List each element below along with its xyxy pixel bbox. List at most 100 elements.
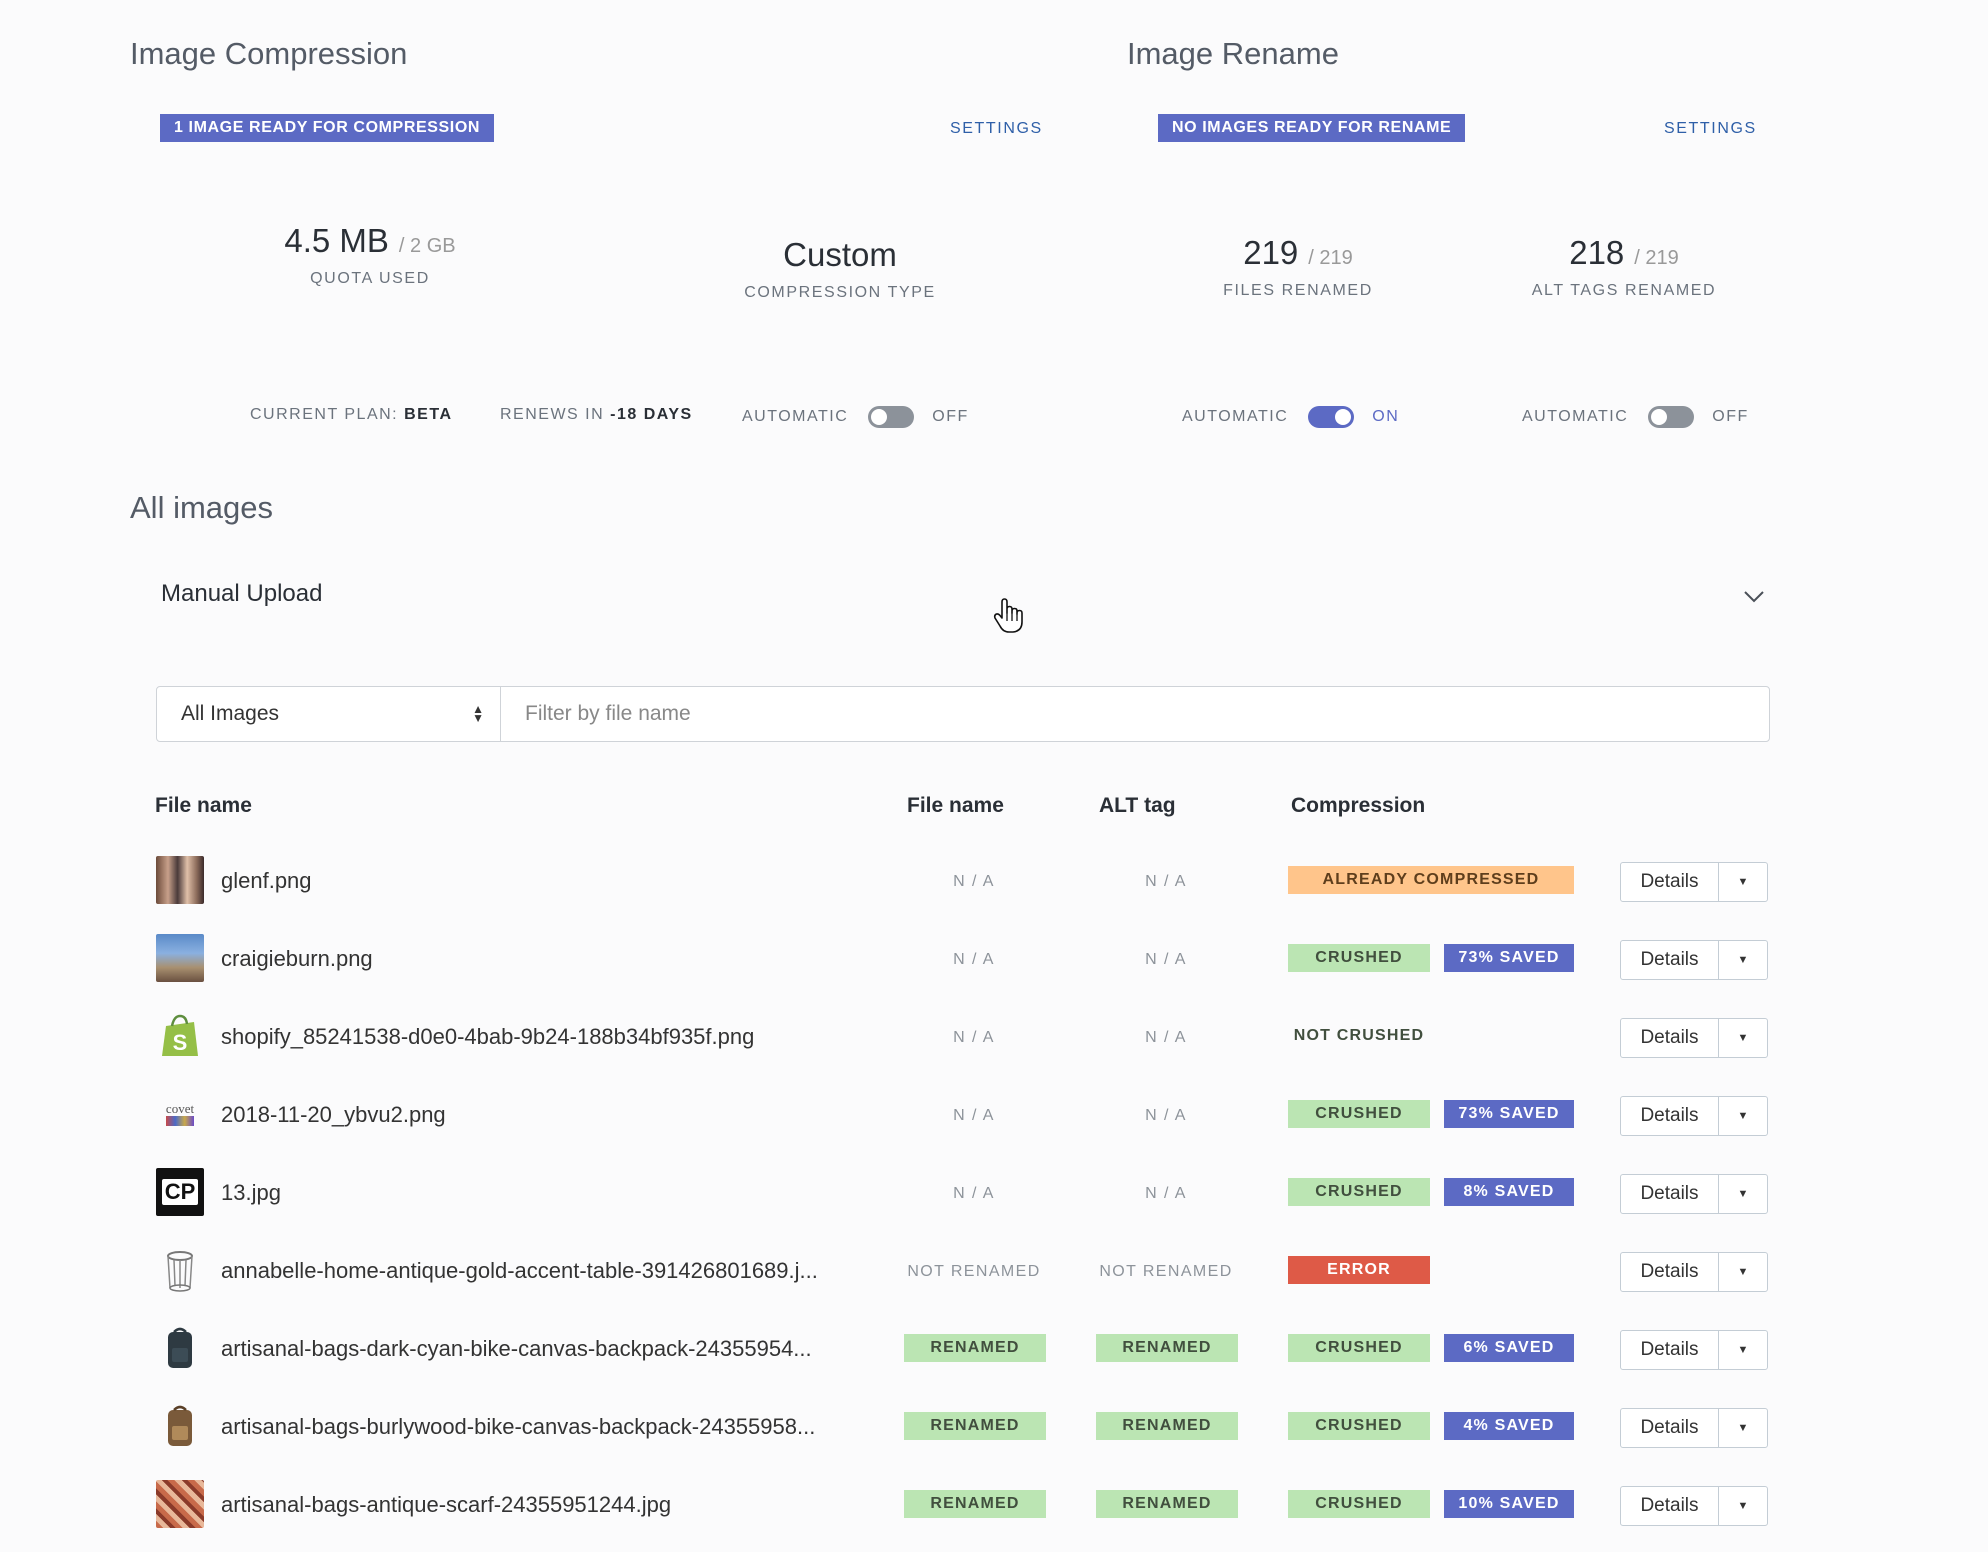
header-alt-tag: ALT tag [1099, 794, 1176, 817]
details-button-group: Details ▼ [1620, 1018, 1768, 1058]
table-thumbnail-icon [167, 1251, 193, 1292]
details-button[interactable]: Details [1621, 1409, 1719, 1447]
table-row: S shopify_85241538-d0e0-4bab-9b24-188b34… [0, 998, 1988, 1076]
plan-label: CURRENT PLAN: [250, 406, 399, 423]
compression-status-badge: CRUSHED [1288, 944, 1430, 972]
table-row: artisanal-bags-dark-cyan-bike-canvas-bac… [0, 1310, 1988, 1388]
quota-label: QUOTA USED [310, 270, 430, 287]
details-button[interactable]: Details [1621, 1487, 1719, 1525]
compression-status-badge: ERROR [1288, 1256, 1430, 1284]
alt-tag-status: RENAMED [1096, 1412, 1238, 1440]
files-renamed-label: FILES RENAMED [1223, 282, 1373, 299]
rename-title: Image Rename [1127, 36, 1339, 71]
details-button[interactable]: Details [1621, 1331, 1719, 1369]
caret-down-icon[interactable]: ▼ [1719, 1487, 1767, 1525]
alt-tag-status: N / A [1145, 873, 1187, 890]
automatic-label: AUTOMATIC [742, 408, 849, 425]
details-button[interactable]: Details [1621, 1097, 1719, 1135]
saved-badge: 10% SAVED [1444, 1490, 1574, 1518]
compression-status-badge: CRUSHED [1288, 1100, 1430, 1128]
rename-settings-link[interactable]: SETTINGS [1664, 120, 1757, 138]
select-value: All Images [181, 702, 280, 725]
caret-down-icon[interactable]: ▼ [1719, 1019, 1767, 1057]
caret-down-icon[interactable]: ▼ [1719, 863, 1767, 901]
renews-in: RENEWS IN -18 DAYS [500, 406, 693, 424]
details-button[interactable]: Details [1621, 1019, 1719, 1057]
compression-automatic: AUTOMATIC OFF [742, 406, 969, 428]
details-button[interactable]: Details [1621, 1253, 1719, 1291]
compression-settings-link[interactable]: SETTINGS [950, 120, 1043, 138]
files-renamed-total: / 219 [1308, 247, 1353, 269]
file-name: 13.jpg [221, 1180, 281, 1205]
caret-down-icon[interactable]: ▼ [1719, 1175, 1767, 1213]
caret-down-icon[interactable]: ▼ [1719, 1409, 1767, 1447]
caret-down-icon[interactable]: ▼ [1719, 1331, 1767, 1369]
manual-upload-accordion[interactable]: Manual Upload [161, 580, 322, 608]
file-name-status: N / A [953, 873, 995, 890]
toggle-knob [871, 409, 888, 425]
alt-tag-status: N / A [1145, 1029, 1187, 1046]
plan-value: BETA [404, 406, 453, 423]
header-file-name-status: File name [907, 794, 1004, 817]
saved-badge: 73% SAVED [1444, 1100, 1574, 1128]
compression-status-badge: CRUSHED [1288, 1490, 1430, 1518]
alt-automatic: AUTOMATIC OFF [1522, 406, 1749, 428]
file-name-status: N / A [953, 951, 995, 968]
file-name: glenf.png [221, 868, 312, 893]
compression-status-badge: CRUSHED [1288, 1412, 1430, 1440]
current-plan: CURRENT PLAN: BETA [250, 406, 453, 424]
header-compression: Compression [1291, 794, 1426, 817]
caret-down-icon[interactable]: ▼ [1719, 941, 1767, 979]
header-file-name: File name [155, 794, 252, 817]
select-arrows-icon: ▲ ▼ [472, 702, 484, 725]
table-row: CP 13.jpg N / A N / A CRUSHED 8% SAVED D… [0, 1154, 1988, 1232]
table-row: annabelle-home-antique-gold-accent-table… [0, 1232, 1988, 1310]
toggle-knob [1335, 409, 1352, 425]
caret-down-icon[interactable]: ▼ [1719, 1253, 1767, 1291]
compression-title: Image Compression [130, 36, 408, 71]
alt-tag-status: NOT RENAMED [1099, 1263, 1233, 1280]
thumbnail-image [156, 1480, 204, 1528]
alt-automatic-toggle[interactable] [1648, 406, 1695, 428]
automatic-label: AUTOMATIC [1522, 408, 1629, 425]
files-automatic-toggle[interactable] [1308, 406, 1355, 428]
file-name-status: N / A [953, 1029, 995, 1046]
renews-label: RENEWS IN [500, 406, 605, 423]
details-button[interactable]: Details [1621, 863, 1719, 901]
alt-renamed-label: ALT TAGS RENAMED [1531, 282, 1717, 299]
table-row: covet 2018-11-20_ybvu2.png N / A N / A C… [0, 1076, 1988, 1154]
filter-bar: All Images ▲ ▼ [156, 686, 1770, 742]
file-name: shopify_85241538-d0e0-4bab-9b24-188b34bf… [221, 1024, 755, 1049]
covet-logo-text: covet [165, 1101, 195, 1116]
details-button-group: Details ▼ [1620, 1096, 1768, 1136]
alt-tag-status: RENAMED [1096, 1490, 1238, 1518]
file-name: artisanal-bags-burlywood-bike-canvas-bac… [221, 1414, 816, 1439]
file-name-status: RENAMED [904, 1334, 1046, 1362]
file-name: annabelle-home-antique-gold-accent-table… [221, 1258, 818, 1283]
compression-automatic-toggle[interactable] [868, 406, 915, 428]
backpack-thumbnail-icon [168, 1405, 192, 1446]
alt-renamed-value: 218 [1569, 234, 1625, 271]
cp-logo-text: CP [161, 1179, 199, 1205]
shopify-logo-icon: S [162, 1014, 198, 1056]
backpack-thumbnail-icon [168, 1327, 192, 1368]
details-button[interactable]: Details [1621, 1175, 1719, 1213]
filter-input[interactable] [501, 687, 1769, 741]
saved-badge: 8% SAVED [1444, 1178, 1574, 1206]
table-row: craigieburn.png N / A N / A CRUSHED 73% … [0, 920, 1988, 998]
alt-tag-status: RENAMED [1096, 1334, 1238, 1362]
file-name-status: RENAMED [904, 1490, 1046, 1518]
details-button-group: Details ▼ [1620, 1252, 1768, 1292]
compression-type-label: COMPRESSION TYPE [744, 284, 936, 301]
chevron-down-icon[interactable] [1740, 582, 1768, 610]
details-button[interactable]: Details [1621, 941, 1719, 979]
alt-tag-status: N / A [1145, 951, 1187, 968]
quota-stat: 4.5 MB / 2 GB QUOTA USED [270, 222, 470, 288]
compression-type-value: Custom [783, 236, 897, 273]
automatic-state: OFF [1712, 408, 1749, 425]
caret-down-icon[interactable]: ▼ [1719, 1097, 1767, 1135]
table-row: artisanal-bags-burlywood-bike-canvas-bac… [0, 1388, 1988, 1466]
file-name-status: N / A [953, 1107, 995, 1124]
compression-status-badge: CRUSHED [1288, 1178, 1430, 1206]
image-type-select[interactable]: All Images ▲ ▼ [157, 687, 501, 741]
